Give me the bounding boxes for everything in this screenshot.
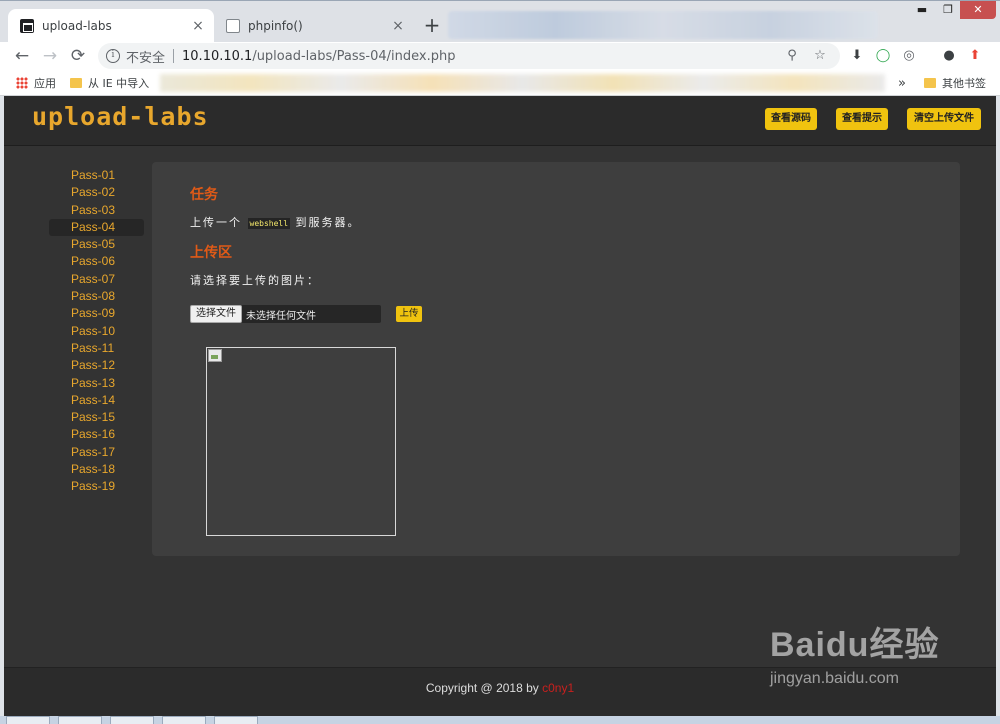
reload-button[interactable]: ⟳ <box>66 44 90 68</box>
watermark-logo: Baidu经验 <box>770 626 940 664</box>
extension-icon[interactable]: ◎ <box>900 47 918 65</box>
back-button[interactable]: ← <box>10 44 34 68</box>
sidebar-item-pass-13[interactable]: Pass-13 <box>49 375 144 392</box>
copyright-text: Copyright @ 2018 by <box>425 681 543 695</box>
apps-grid-icon <box>16 77 28 89</box>
sidebar-item-pass-09[interactable]: Pass-09 <box>49 305 144 322</box>
sidebar-item-pass-03[interactable]: Pass-03 <box>49 202 144 219</box>
apps-label: 应用 <box>34 77 56 90</box>
tab-title: upload-labs <box>42 19 112 33</box>
webshell-code: webshell <box>247 218 291 229</box>
site-logo[interactable]: upload-labs <box>32 102 209 131</box>
document-icon <box>226 19 240 33</box>
bookmark-label: 其他书签 <box>942 77 986 90</box>
broken-image-icon <box>208 349 222 362</box>
window-close-button[interactable]: ✕ <box>960 1 996 19</box>
task-text-before: 上传一个 <box>190 216 242 229</box>
folder-icon <box>70 78 82 88</box>
forward-button[interactable]: → <box>38 44 62 68</box>
zoom-icon[interactable]: ⚲ <box>784 48 800 64</box>
update-alert-icon[interactable]: ⬆ <box>966 47 984 65</box>
taskbar-item[interactable] <box>6 716 50 724</box>
sidebar-item-pass-04[interactable]: Pass-04 <box>49 218 144 237</box>
page-favicon-icon <box>20 19 34 33</box>
clear-uploads-button[interactable]: 清空上传文件 <box>907 108 981 130</box>
author-link[interactable]: c0ny1 <box>542 681 574 695</box>
tab-upload-labs[interactable]: upload-labs × <box>8 9 214 43</box>
view-hint-button[interactable]: 查看提示 <box>836 108 888 130</box>
view-source-button[interactable]: 查看源码 <box>765 108 817 130</box>
security-label: 不安全 <box>126 50 166 66</box>
tab-phpinfo[interactable]: phpinfo() × <box>218 9 414 43</box>
upload-heading: 上传区 <box>190 245 232 261</box>
sidebar-item-pass-19[interactable]: Pass-19 <box>49 478 144 495</box>
taskbar-item[interactable] <box>58 716 102 724</box>
address-bar[interactable]: i 不安全 10.10.10.1/upload-labs/Pass-04/ind… <box>98 43 840 69</box>
sidebar-item-pass-11[interactable]: Pass-11 <box>49 340 144 357</box>
apps-shortcut[interactable]: 应用 <box>16 75 56 91</box>
bookmark-label: 从 IE 中导入 <box>88 77 150 90</box>
sidebar-item-pass-02[interactable]: Pass-02 <box>49 184 144 201</box>
sidebar-item-pass-15[interactable]: Pass-15 <box>49 409 144 426</box>
upload-submit-button[interactable]: 上传 <box>396 306 422 322</box>
info-icon[interactable]: i <box>106 49 120 63</box>
bookmark-star-icon[interactable]: ☆ <box>812 48 828 64</box>
taskbar-item[interactable] <box>214 716 258 724</box>
file-input[interactable]: 选择文件 未选择任何文件 <box>190 305 381 323</box>
sidebar-item-pass-14[interactable]: Pass-14 <box>49 392 144 409</box>
extension-ring-icon[interactable]: ◯ <box>874 47 892 65</box>
taskbar-item[interactable] <box>162 716 206 724</box>
watermark-url: jingyan.baidu.com <box>770 670 899 687</box>
url-path: /upload-labs/Pass-04/index.php <box>252 48 456 64</box>
bookmarks-bar: 应用 从 IE 中导入 » 其他书签 <box>0 70 1000 96</box>
sidebar-item-pass-05[interactable]: Pass-05 <box>49 236 144 253</box>
browser-toolbar: ← → ⟳ i 不安全 10.10.10.1/upload-labs/Pass-… <box>0 42 1000 70</box>
upload-prompt: 请选择要上传的图片： <box>190 274 320 287</box>
profile-avatar-icon[interactable]: ● <box>940 47 958 65</box>
maximize-button[interactable]: ❐ <box>934 1 962 19</box>
bookmark-ie-import[interactable]: 从 IE 中导入 <box>70 75 149 91</box>
sidebar-item-pass-16[interactable]: Pass-16 <box>49 426 144 443</box>
task-description: 上传一个 webshell 到服务器。 <box>190 214 361 230</box>
task-heading: 任务 <box>190 187 218 203</box>
tab-title: phpinfo() <box>248 19 303 33</box>
sidebar-item-pass-06[interactable]: Pass-06 <box>49 253 144 270</box>
tab-close-icon[interactable]: × <box>390 18 406 34</box>
image-preview <box>206 347 396 536</box>
blurred-bookmarks <box>160 74 885 92</box>
watermark: Baidu经验 jingyan.baidu.com <box>770 617 950 707</box>
divider <box>173 49 175 63</box>
tab-close-icon[interactable]: × <box>190 18 206 34</box>
sidebar-item-pass-08[interactable]: Pass-08 <box>49 288 144 305</box>
site-header: upload-labs 查看源码 查看提示 清空上传文件 <box>4 96 996 146</box>
task-text-after: 到服务器。 <box>295 216 361 229</box>
pass-sidebar: Pass-01 Pass-02 Pass-03 Pass-04 Pass-05 Pass-… <box>49 167 144 496</box>
new-tab-button[interactable]: + <box>420 14 444 38</box>
sidebar-item-pass-01[interactable]: Pass-01 <box>49 167 144 184</box>
main-panel: 任务 上传一个 webshell 到服务器。 上传区 请选择要上传的图片： 选择… <box>152 162 960 556</box>
taskbar-item[interactable] <box>110 716 154 724</box>
sidebar-item-pass-17[interactable]: Pass-17 <box>49 444 144 461</box>
url-host: 10.10.10.1 <box>182 48 253 64</box>
no-file-label: 未选择任何文件 <box>246 310 316 322</box>
choose-file-button[interactable]: 选择文件 <box>190 305 242 323</box>
blurred-tabs <box>448 11 878 39</box>
sidebar-item-pass-10[interactable]: Pass-10 <box>49 323 144 340</box>
minimize-button[interactable]: ▬ <box>908 1 936 19</box>
folder-icon <box>924 78 936 88</box>
download-icon[interactable]: ⬇ <box>848 47 866 65</box>
bookmarks-overflow-button[interactable]: » <box>898 75 906 91</box>
os-taskbar <box>0 716 1000 724</box>
bookmark-other[interactable]: 其他书签 <box>924 75 986 91</box>
tab-strip: upload-labs × phpinfo() × + ▬ ❐ ✕ <box>0 0 1000 43</box>
sidebar-item-pass-18[interactable]: Pass-18 <box>49 461 144 478</box>
sidebar-item-pass-07[interactable]: Pass-07 <box>49 271 144 288</box>
sidebar-item-pass-12[interactable]: Pass-12 <box>49 357 144 374</box>
